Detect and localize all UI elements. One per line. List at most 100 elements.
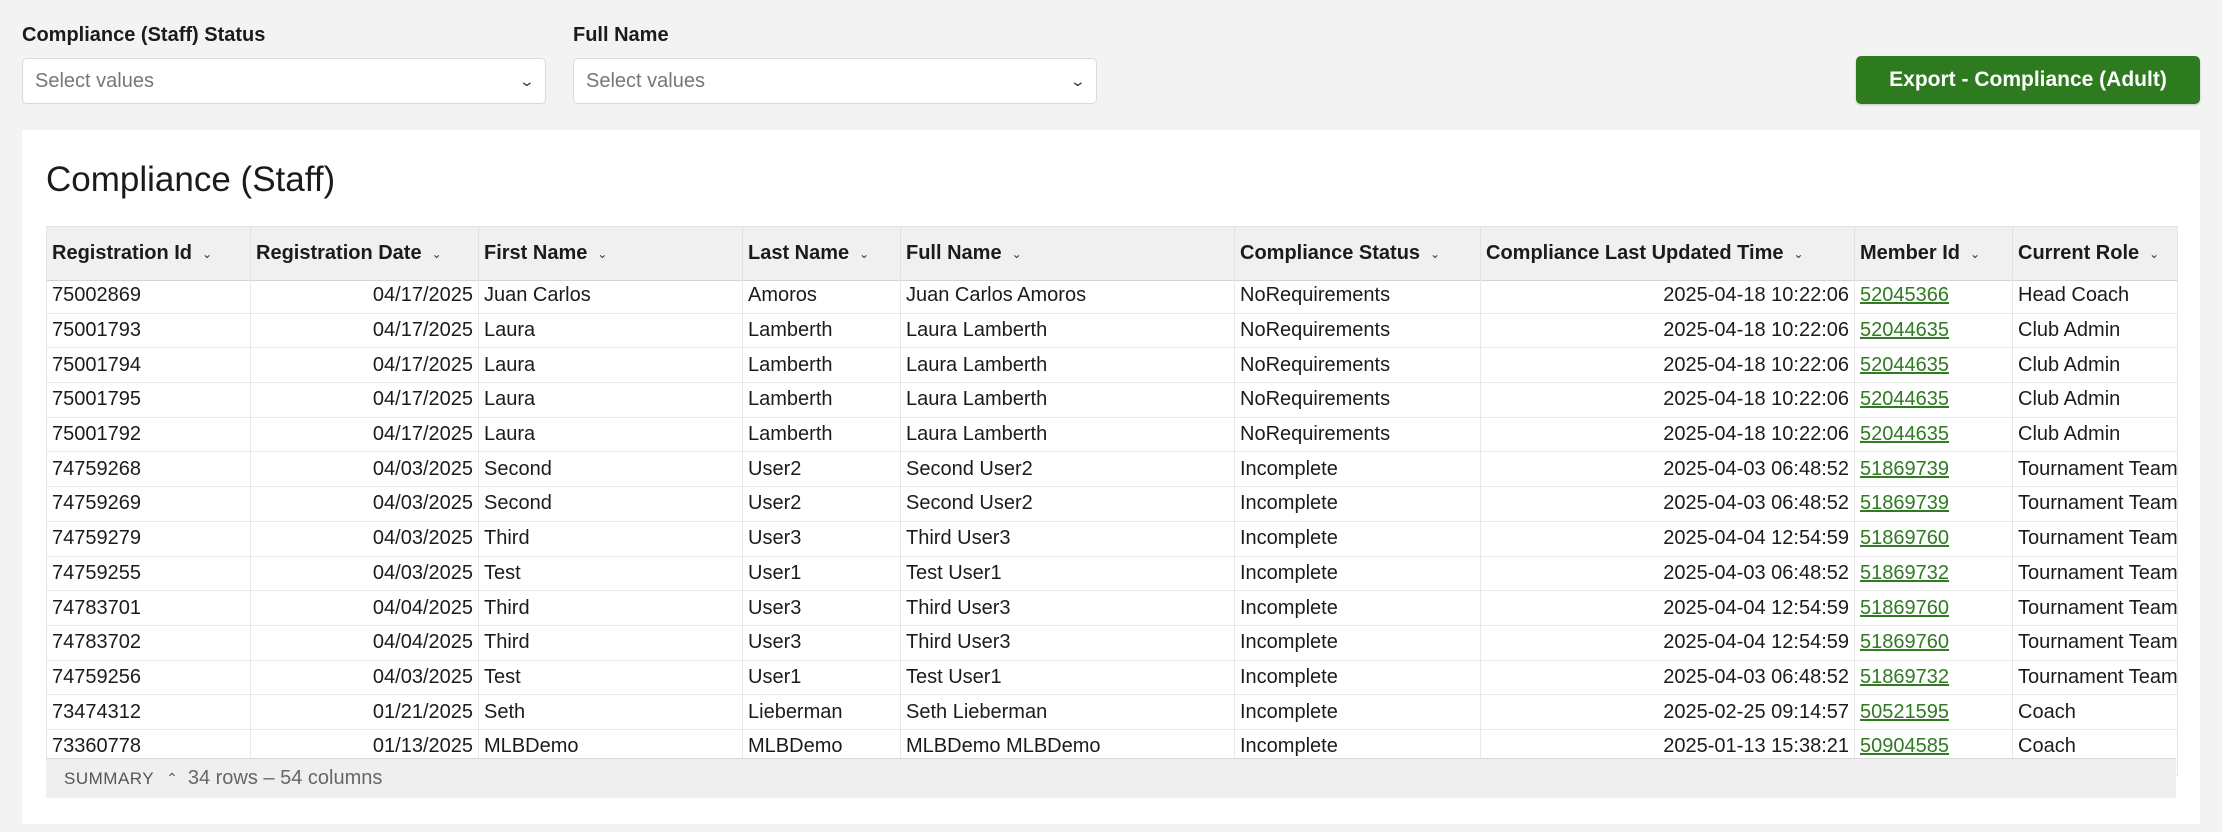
chevron-up-icon[interactable]: ⌃ (166, 770, 178, 787)
cell-last-name: Lamberth (743, 417, 901, 452)
cell-registration-id: 74759256 (47, 660, 251, 695)
member-id-link[interactable]: 52045366 (1860, 284, 1949, 307)
compliance-card: Compliance (Staff) Registration Id ⌄ Regis… (22, 130, 2200, 824)
table-row[interactable]: 74759255 04/03/2025 Test User1 Test User1 Inc… (47, 556, 2177, 592)
caret-down-icon[interactable]: ⌄ (1012, 247, 1022, 261)
table-row[interactable]: 75001794 04/17/2025 Laura Lamberth Laura Lam… (47, 348, 2177, 384)
cell-value: Third (484, 596, 530, 619)
cell-value: Coach (2018, 700, 2076, 723)
cell-member-id: 52044635 (1855, 313, 2013, 348)
member-id-link[interactable]: 51869739 (1860, 492, 1949, 515)
table-row[interactable]: 75001793 04/17/2025 Laura Lamberth Laura Lam… (47, 313, 2177, 349)
table-row[interactable]: 74759256 04/03/2025 Test User1 Test User1 Inc… (47, 660, 2177, 696)
cell-full-name: Laura Lamberth (901, 383, 1235, 417)
table-row[interactable]: 74783702 04/04/2025 Third User3 Third User3 I… (47, 625, 2178, 661)
column-header-last-name[interactable]: Last Name ⌄ (743, 227, 901, 280)
member-id-link[interactable]: 50904585 (1860, 735, 1949, 758)
cell-member-id: 51869739 (1855, 487, 2013, 521)
member-id-link[interactable]: 51869760 (1860, 527, 1949, 550)
table-row[interactable]: 75001795 04/17/2025 Laura Lamberth Laura Lam… (47, 383, 2177, 418)
full-name-filter-select[interactable]: Select values ⌄ (573, 58, 1097, 104)
table-header: Registration Id ⌄ Registration Date ⌄ First … (47, 227, 2177, 281)
column-header-first-name[interactable]: First Name ⌄ (479, 227, 743, 280)
chevron-down-icon: ⌄ (518, 72, 536, 89)
caret-down-icon[interactable]: ⌄ (1793, 247, 1803, 261)
cell-value: Incomplete (1240, 735, 1338, 758)
member-id-link[interactable]: 51869760 (1860, 631, 1949, 654)
cell-registration-date: 04/17/2025 (251, 279, 479, 313)
cell-last-name: Lamberth (743, 313, 901, 348)
caret-down-icon[interactable]: ⌄ (202, 247, 212, 261)
cell-first-name: Laura (479, 313, 743, 348)
table-row[interactable]: 75001792 04/17/2025 Laura Lamberth Laura Lam… (47, 417, 2177, 453)
cell-value: 2025-04-18 10:22:06 (1663, 388, 1849, 411)
caret-down-icon[interactable]: ⌄ (2149, 247, 2159, 261)
caret-down-icon[interactable]: ⌄ (432, 247, 442, 261)
cell-value: Coach (2018, 735, 2076, 758)
member-id-link[interactable]: 50521595 (1860, 701, 1949, 724)
member-id-link[interactable]: 51869732 (1860, 666, 1949, 689)
cell-last-name: Lamberth (743, 348, 901, 383)
cell-current-role: Head Coach (2013, 279, 2177, 313)
cell-current-role: Tournament Team (2013, 557, 2177, 591)
column-header-registration-id[interactable]: Registration Id ⌄ (47, 227, 251, 280)
cell-first-name: Laura (479, 348, 743, 383)
column-header-compliance-status[interactable]: Compliance Status ⌄ (1235, 227, 1481, 280)
cell-value: Third User3 (906, 527, 1011, 550)
cell-value: 04/03/2025 (372, 527, 473, 550)
cell-value: NoRequirements (1240, 319, 1391, 342)
cell-full-name: Second User2 (901, 487, 1235, 521)
member-id-link[interactable]: 52044635 (1860, 354, 1949, 377)
cell-first-name: Second (479, 452, 743, 487)
member-id-link[interactable]: 51869739 (1860, 458, 1949, 481)
cell-compliance-status: Incomplete (1235, 660, 1481, 695)
cell-value: 2025-01-13 15:38:21 (1663, 735, 1849, 758)
caret-down-icon[interactable]: ⌄ (1430, 247, 1440, 261)
column-header-full-name[interactable]: Full Name ⌄ (901, 227, 1235, 280)
member-id-link[interactable]: 51869760 (1860, 597, 1949, 620)
member-id-link[interactable]: 52044635 (1860, 388, 1949, 411)
cell-current-role: Tournament Team (2013, 591, 2177, 625)
member-id-link[interactable]: 52044635 (1860, 423, 1949, 446)
caret-down-icon[interactable]: ⌄ (597, 247, 607, 261)
export-button[interactable]: Export - Compliance (Adult) (1856, 56, 2200, 104)
cell-member-id: 52045366 (1855, 279, 2013, 313)
summary-bar[interactable]: SUMMARY ⌃ 34 rows – 54 columns (46, 758, 2176, 798)
member-id-link[interactable]: 52044635 (1860, 319, 1949, 342)
table-row[interactable]: 74783701 04/04/2025 Third User3 Third User3 I… (47, 591, 2177, 626)
column-header-compliance-last-updated-time[interactable]: Compliance Last Updated Time ⌄ (1481, 227, 1855, 280)
member-id-link[interactable]: 51869732 (1860, 562, 1949, 585)
table-body[interactable]: 75002869 04/17/2025 Juan Carlos Amoros Juan … (47, 279, 2177, 765)
cell-value: Test User1 (906, 561, 1002, 584)
cell-value: Test (484, 561, 521, 584)
cell-full-name: Seth Lieberman (901, 695, 1235, 729)
cell-value: 04/17/2025 (372, 319, 473, 342)
column-header-label: Full Name (906, 242, 1002, 264)
cell-last-name: User3 (743, 521, 901, 556)
cell-full-name: Third User3 (901, 521, 1235, 556)
table-row[interactable]: 74759268 04/03/2025 Second User2 Second User… (47, 452, 2177, 488)
cell-value: Second (484, 492, 552, 515)
table-row[interactable]: 74759269 04/03/2025 Second User2 Second User… (47, 487, 2177, 522)
cell-registration-id: 75001793 (47, 313, 251, 348)
table-row[interactable]: 74759279 04/03/2025 Third User3 Third User3 I… (47, 521, 2177, 557)
column-header-current-role[interactable]: Current Role ⌄ (2013, 227, 2177, 280)
cell-compliance-status: Incomplete (1235, 625, 1481, 660)
column-header-registration-date[interactable]: Registration Date ⌄ (251, 227, 479, 280)
caret-down-icon[interactable]: ⌄ (1970, 247, 1980, 261)
cell-last-name: User1 (743, 660, 901, 695)
caret-down-icon[interactable]: ⌄ (859, 247, 869, 261)
status-filter-select[interactable]: Select values ⌄ (22, 58, 546, 104)
cell-compliance-last-updated-time: 2025-02-25 09:14:57 (1481, 695, 1855, 729)
table-row[interactable]: 75002869 04/17/2025 Juan Carlos Amoros Juan … (47, 279, 2177, 314)
cell-registration-id: 74759255 (47, 556, 251, 591)
cell-compliance-last-updated-time: 2025-04-04 12:54:59 (1481, 591, 1855, 625)
cell-current-role: Coach (2013, 695, 2177, 729)
cell-first-name: Laura (479, 417, 743, 452)
cell-value: Third User3 (906, 596, 1011, 619)
cell-value: Tournament Team (2018, 631, 2178, 654)
cell-value: Third User3 (906, 631, 1011, 654)
cell-value: MLBDemo (748, 735, 843, 758)
table-row[interactable]: 73474312 01/21/2025 Seth Lieberman Seth Lieb… (47, 695, 2177, 730)
column-header-member-id[interactable]: Member Id ⌄ (1855, 227, 2013, 280)
